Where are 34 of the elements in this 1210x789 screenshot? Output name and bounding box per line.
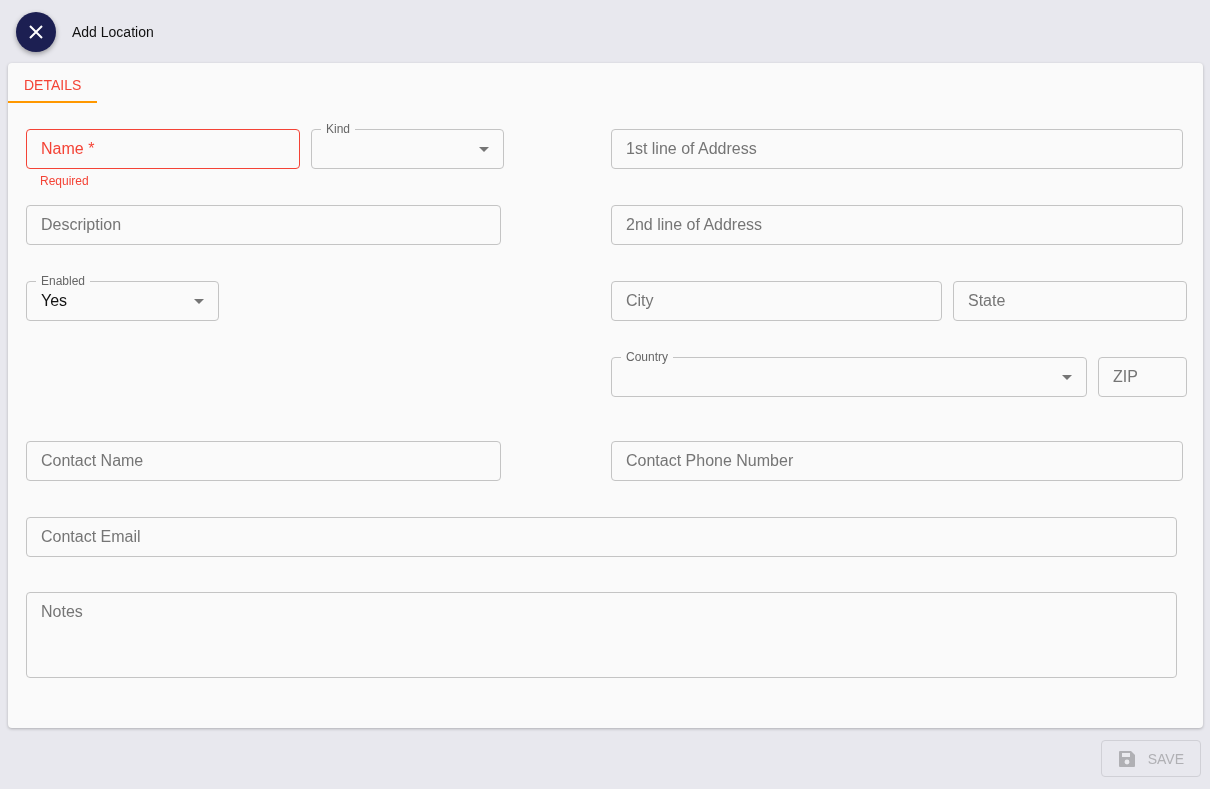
input-field[interactable]: Description xyxy=(26,205,501,245)
dialog-title: Add Location xyxy=(72,23,154,40)
input-field[interactable]: Contact Name xyxy=(26,441,501,481)
input-field[interactable]: 1st line of Address xyxy=(611,129,1183,169)
close-icon xyxy=(28,23,44,40)
caret-icon xyxy=(194,299,204,304)
field-label: Country xyxy=(621,350,674,364)
field-placeholder: Notes xyxy=(41,603,83,621)
field-label: Kind xyxy=(321,122,356,136)
close-button[interactable] xyxy=(16,11,56,52)
input-field[interactable]: Name * xyxy=(26,129,300,169)
notes-field[interactable]: Notes xyxy=(26,592,1177,678)
field-placeholder: City xyxy=(626,292,654,310)
field-placeholder: 2nd line of Address xyxy=(626,216,763,234)
caret-icon xyxy=(1062,375,1072,380)
field-placeholder: ZIP xyxy=(1113,368,1138,386)
field-placeholder: Contact Name xyxy=(41,452,144,470)
field-placeholder: Description xyxy=(41,216,122,234)
field-placeholder: Contact Email xyxy=(41,528,141,546)
tab[interactable]: DETAILS xyxy=(8,63,98,103)
field-placeholder: Name * xyxy=(41,140,95,158)
caret-icon xyxy=(479,147,489,152)
error-message: Required xyxy=(40,174,89,188)
input-field[interactable]: ZIP xyxy=(1098,357,1187,397)
field-value: Yes xyxy=(41,292,68,310)
input-field[interactable]: State xyxy=(953,281,1187,321)
field-label: Enabled xyxy=(36,274,91,288)
field-placeholder: State xyxy=(968,292,1006,310)
input-field[interactable]: 2nd line of Address xyxy=(611,205,1183,245)
field-placeholder: 1st line of Address xyxy=(626,140,757,158)
field-placeholder: Contact Phone Number xyxy=(626,452,794,470)
input-field[interactable]: Contact Email xyxy=(26,517,1177,557)
input-field[interactable]: Contact Phone Number xyxy=(611,441,1183,481)
input-field[interactable]: City xyxy=(611,281,942,321)
